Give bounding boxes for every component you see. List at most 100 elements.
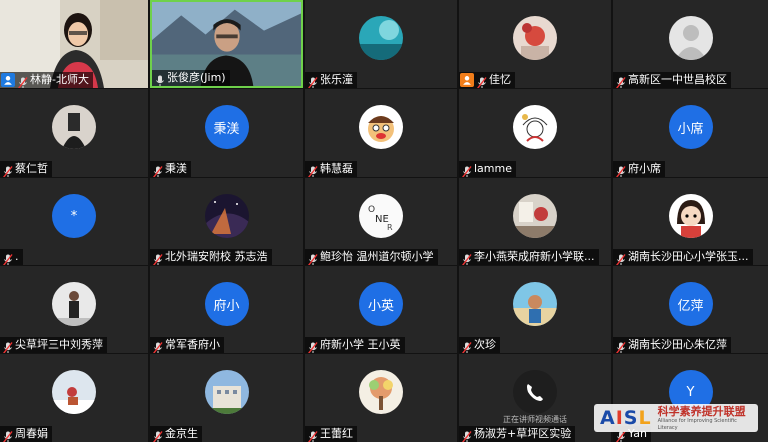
- participant-name: 蔡仁哲: [15, 162, 48, 175]
- participant-name: 佳忆: [489, 73, 511, 86]
- participant-tile[interactable]: 王蕾红: [305, 354, 457, 442]
- participant-nameplate: 鲍珍怡 温州道尔顿小学: [305, 249, 438, 265]
- participant-avatar: [513, 105, 557, 149]
- participant-tile[interactable]: 张乐潼: [305, 0, 457, 88]
- cohost-icon: [460, 73, 474, 87]
- participant-avatar: 小英: [359, 282, 403, 326]
- svg-text:R: R: [387, 223, 393, 232]
- participant-avatar: [668, 16, 713, 60]
- participant-avatar: O NE R: [359, 194, 403, 238]
- muted-microphone-icon: [153, 163, 163, 177]
- muted-microphone-icon: [3, 339, 13, 353]
- participant-nameplate: 佳忆: [459, 72, 515, 88]
- muted-microphone-icon: [3, 163, 13, 177]
- participant-avatar: [668, 194, 713, 238]
- participant-name: 林静-北师大: [30, 73, 89, 86]
- participant-name: 府小席: [628, 162, 661, 175]
- participant-tile[interactable]: 林静-北师大: [0, 0, 148, 88]
- participant-name: 次珍: [474, 338, 496, 351]
- participant-name: 秉渼: [165, 162, 187, 175]
- participant-name: .: [15, 250, 19, 263]
- participant-tile[interactable]: 小英府新小学 王小英: [305, 266, 457, 353]
- participant-nameplate: 府新小学 王小英: [305, 337, 405, 353]
- participant-tile[interactable]: 小席 府小席: [613, 89, 768, 177]
- muted-microphone-icon: [153, 428, 163, 442]
- participant-tile[interactable]: 张俊彦(Jim): [150, 0, 303, 88]
- participant-nameplate: 尖草坪三中刘秀萍: [0, 337, 107, 353]
- watermark-subtitle: Alliance for Improving Scientific Litera…: [657, 417, 737, 431]
- participant-nameplate: 北外瑞安附校 苏志浩: [150, 249, 272, 265]
- participant-tile[interactable]: 高新区一中世昌校区: [613, 0, 768, 88]
- muted-microphone-icon: [3, 428, 13, 442]
- muted-microphone-icon: [18, 74, 28, 88]
- participant-tile[interactable]: 杨淑芳+草坪区实验 正在讲师视频通话: [459, 354, 611, 442]
- watermark-title: 科学素养提升联盟: [657, 404, 746, 418]
- participant-tile[interactable]: 金京生: [150, 354, 303, 442]
- participant-name: 张俊彦(Jim): [167, 71, 226, 84]
- participant-name: 金京生: [165, 427, 198, 440]
- participant-nameplate: 周春娟: [0, 426, 52, 442]
- participant-nameplate: 次珍: [459, 337, 500, 353]
- participant-tile[interactable]: 李小燕荣成府新小学联...: [459, 178, 611, 265]
- participant-nameplate: 韩慧磊: [305, 161, 357, 177]
- participant-nameplate: 李小燕荣成府新小学联...: [459, 249, 599, 265]
- participant-name: 湖南长沙田心朱亿萍: [628, 338, 727, 351]
- participant-name: 常军香府小: [165, 338, 220, 351]
- participant-tile[interactable]: 蔡仁哲: [0, 89, 148, 177]
- participant-name: 高新区一中世昌校区: [628, 73, 727, 86]
- participant-nameplate: 金京生: [150, 426, 202, 442]
- muted-microphone-icon: [308, 339, 318, 353]
- participant-avatar: [52, 282, 96, 326]
- participant-tile[interactable]: lamme: [459, 89, 611, 177]
- aisl-logo: AISL: [600, 407, 652, 429]
- participant-tile[interactable]: 秉渼 秉渼: [150, 89, 303, 177]
- participant-tile[interactable]: 湖南长沙田心小学张玉...: [613, 178, 768, 265]
- participant-nameplate: 湖南长沙田心朱亿萍: [613, 337, 731, 353]
- participant-name: 周春娟: [15, 427, 48, 440]
- participant-avatar: [513, 282, 557, 326]
- participant-name: 湖南长沙田心小学张玉...: [628, 250, 749, 263]
- muted-microphone-icon: [462, 428, 472, 442]
- participant-nameplate: 杨淑芳+草坪区实验: [459, 426, 576, 442]
- participant-tile[interactable]: 韩慧磊: [305, 89, 457, 177]
- participant-tile[interactable]: 府小常军香府小: [150, 266, 303, 353]
- participant-avatar: 府小: [204, 282, 249, 326]
- participant-avatar: 小席: [668, 105, 713, 149]
- participant-tile[interactable]: 次珍: [459, 266, 611, 353]
- muted-microphone-icon: [462, 163, 472, 177]
- participant-tile[interactable]: 北外瑞安附校 苏志浩: [150, 178, 303, 265]
- participant-nameplate: 蔡仁哲: [0, 161, 52, 177]
- participant-name: 韩慧磊: [320, 162, 353, 175]
- participant-avatar: [52, 370, 96, 414]
- participant-grid: 林静-北师大 张俊彦(Jim) 张乐潼 佳忆 高新区一中世昌校区蔡仁哲 秉渼 秉渼韩慧磊 la…: [0, 0, 768, 442]
- participant-avatar: [359, 16, 403, 60]
- participant-tile[interactable]: 亿萍湖南长沙田心朱亿萍: [613, 266, 768, 353]
- participant-tile[interactable]: *.: [0, 178, 148, 265]
- participant-nameplate: 府小席: [613, 161, 665, 177]
- muted-microphone-icon: [616, 74, 626, 88]
- muted-microphone-icon: [462, 251, 472, 265]
- participant-avatar: [204, 194, 249, 238]
- muted-microphone-icon: [308, 74, 318, 88]
- participant-nameplate: 秉渼: [150, 161, 191, 177]
- muted-microphone-icon: [308, 251, 318, 265]
- participant-name: lamme: [474, 162, 512, 175]
- muted-microphone-icon: [477, 74, 487, 88]
- muted-microphone-icon: [616, 339, 626, 353]
- participant-name: 北外瑞安附校 苏志浩: [165, 250, 268, 263]
- participant-name: 张乐潼: [320, 73, 353, 86]
- participant-name: 府新小学 王小英: [320, 338, 401, 351]
- participant-tile[interactable]: 周春娟: [0, 354, 148, 442]
- participant-nameplate: 张乐潼: [305, 72, 357, 88]
- muted-microphone-icon: [616, 251, 626, 265]
- muted-microphone-icon: [616, 163, 626, 177]
- participant-avatar: [513, 194, 557, 238]
- participant-name: 杨淑芳+草坪区实验: [474, 427, 572, 440]
- participant-avatar: [513, 370, 557, 414]
- participant-avatar: [204, 370, 249, 414]
- participant-avatar: [359, 370, 403, 414]
- participant-tile[interactable]: 尖草坪三中刘秀萍: [0, 266, 148, 353]
- participant-tile[interactable]: O NE R 鲍珍怡 温州道尔顿小学: [305, 178, 457, 265]
- participant-tile[interactable]: 佳忆: [459, 0, 611, 88]
- participant-avatar: 亿萍: [668, 282, 713, 326]
